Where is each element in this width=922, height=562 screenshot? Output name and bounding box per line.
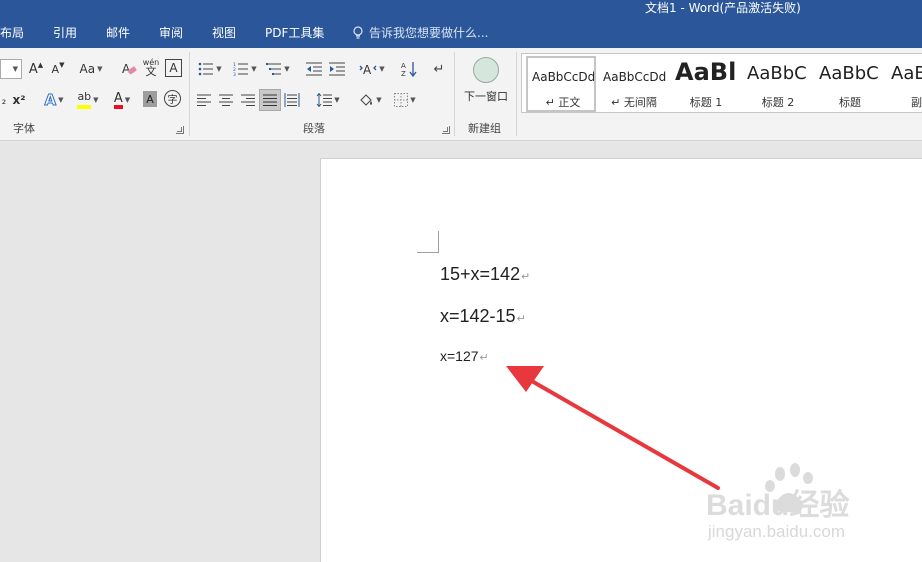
word-window: 文档1 - Word(产品激活失败) 布局 引用 邮件 审阅 视图 PDF工具集… xyxy=(0,0,922,562)
watermark-brand: Baidu经验 xyxy=(706,489,850,522)
watermark: Baidu经验 jingyan.baidu.com xyxy=(698,462,922,562)
watermark-url: jingyan.baidu.com xyxy=(708,522,846,541)
